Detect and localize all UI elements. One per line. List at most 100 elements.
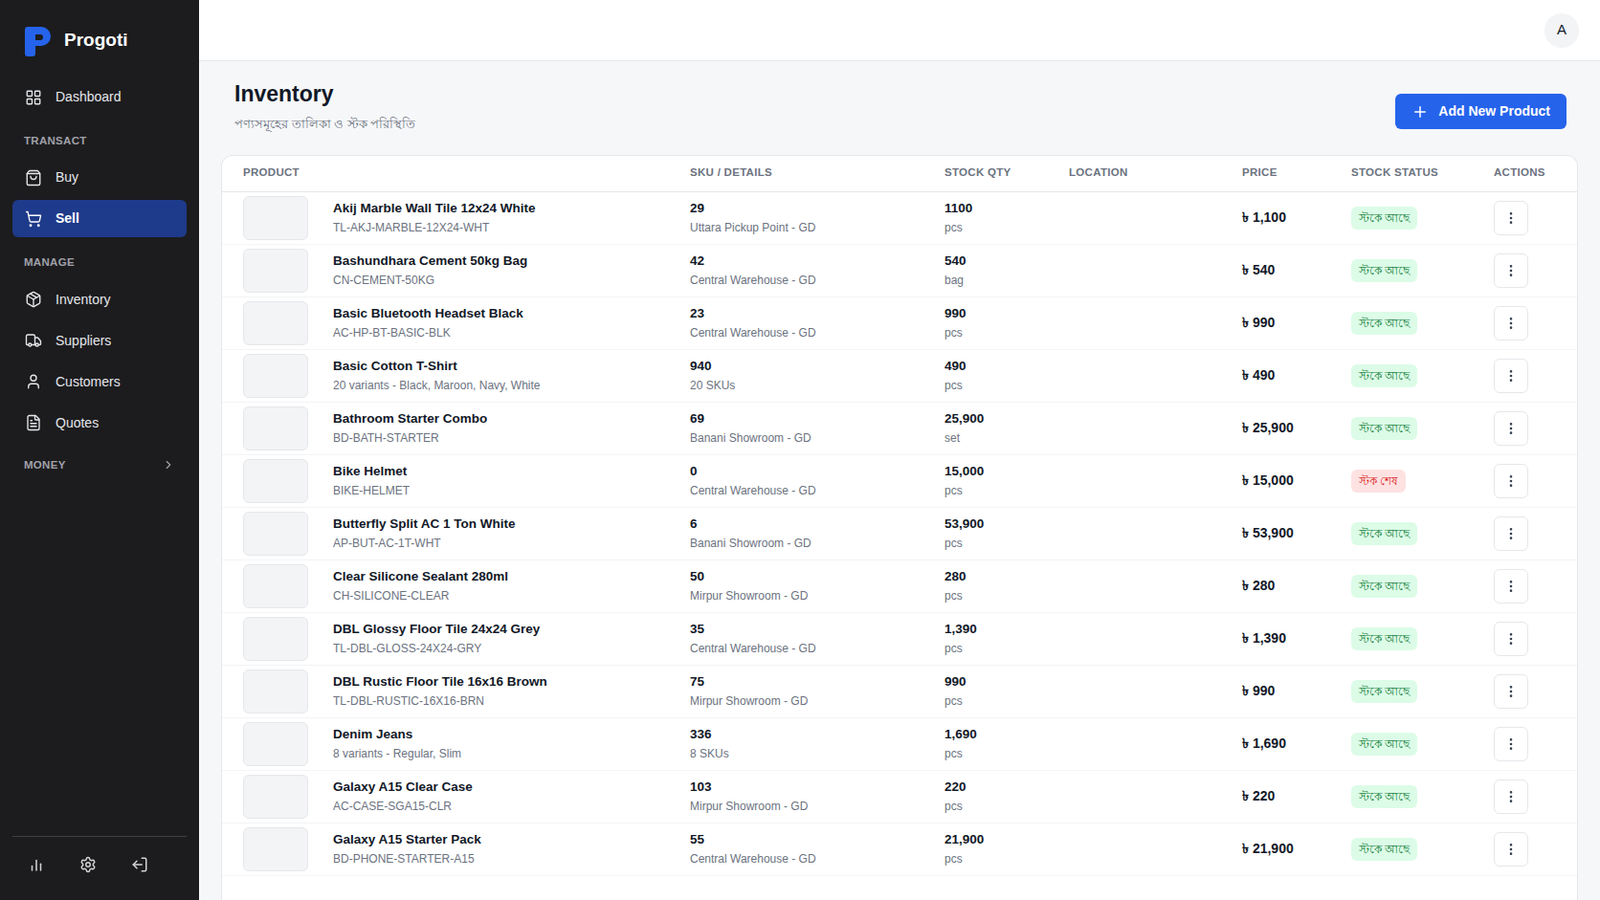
table-row[interactable]: Galaxy A15 Starter PackBD-PHONE-STARTER-…	[222, 823, 1578, 877]
more-icon	[1503, 631, 1519, 647]
stock-unit: set	[944, 429, 1069, 447]
more-icon	[1503, 789, 1519, 805]
table-row[interactable]: Butterfly Split AC 1 Ton WhiteAP-BUT-AC-…	[222, 508, 1578, 561]
more-icon	[1503, 421, 1519, 437]
nav-icon	[24, 210, 43, 228]
row-actions-button[interactable]	[1493, 779, 1529, 815]
price: ৳ 53,900	[1242, 523, 1352, 544]
stock-unit: bag	[944, 271, 1069, 289]
sidebar-item[interactable]: Quotes	[12, 404, 187, 443]
row-actions-button[interactable]	[1493, 411, 1529, 446]
stock-status-badge: স্টকে আছে	[1351, 259, 1418, 283]
row-actions-button[interactable]	[1493, 516, 1529, 552]
column-header: STOCK STATUS	[1351, 164, 1494, 181]
product-sub: TL-DBL-GLOSS-24X24-GRY	[333, 640, 540, 658]
logout-icon[interactable]	[131, 856, 149, 874]
table-row[interactable]: Basic Cotton T-Shirt20 variants - Black,…	[222, 350, 1578, 403]
column-header: SKU / DETAILS	[689, 164, 945, 181]
sidebar-item[interactable]: Customers	[12, 363, 187, 401]
stock-status-badge: স্টক শেষ	[1351, 469, 1406, 493]
product-name: Akij Marble Wall Tile 12x24 White	[333, 199, 536, 219]
stock-qty: 490	[944, 356, 1069, 377]
price: ৳ 15,000	[1242, 470, 1352, 491]
inventory-table: PRODUCTSKU / DETAILSSTOCK QTYLOCATIONPRI…	[221, 155, 1578, 900]
stock-status-badge: স্টকে আছে	[1351, 575, 1418, 599]
table-row[interactable]: Bathroom Starter ComboBD-BATH-STARTER69B…	[222, 402, 1578, 456]
price: ৳ 1,390	[1242, 628, 1352, 649]
sku-detail-sub: Mirpur Showroom - GD	[689, 692, 945, 711]
table-row[interactable]: DBL Rustic Floor Tile 16x16 BrownTL-DBL-…	[222, 666, 1578, 719]
product-thumbnail	[243, 669, 309, 714]
nav-icon	[24, 169, 43, 187]
product-sub: BD-PHONE-STARTER-A15	[333, 850, 482, 868]
table-row[interactable]: Clear Silicone Sealant 280mlCH-SILICONE-…	[222, 560, 1578, 614]
row-actions-button[interactable]	[1493, 464, 1529, 499]
gear-icon[interactable]	[79, 856, 97, 874]
table-row[interactable]: Denim Jeans8 variants - Regular, Slim336…	[222, 718, 1578, 772]
stock-status-badge: স্টকে আছে	[1351, 785, 1418, 809]
product-sub: 8 variants - Regular, Slim	[333, 745, 462, 763]
collapsible-section[interactable]: MONEY	[0, 457, 200, 474]
table-row[interactable]: Akij Marble Wall Tile 12x24 WhiteTL-AKJ-…	[222, 192, 1578, 245]
sku-detail-sub: Central Warehouse - GD	[689, 640, 945, 658]
nav-icon	[24, 373, 43, 391]
sku-detail: 35	[689, 620, 945, 640]
table-row[interactable]: Galaxy A15 Clear CaseAC-CASE-SGA15-CLR10…	[222, 771, 1578, 824]
product-thumbnail	[243, 196, 309, 241]
stock-status-badge: স্টকে আছে	[1351, 838, 1418, 862]
sidebar-item[interactable]: Dashboard	[12, 78, 187, 116]
sku-detail: 6	[689, 514, 945, 534]
stock-unit: pcs	[944, 219, 1069, 237]
row-actions-button[interactable]	[1493, 622, 1529, 657]
sidebar: ProgotiDashboard TRANSACTBuySell MANAGE Inv…	[0, 0, 200, 900]
sidebar-item[interactable]: Inventory	[12, 281, 187, 319]
nav-icon	[24, 88, 43, 107]
row-actions-button[interactable]	[1493, 832, 1529, 867]
brand[interactable]: Progoti	[0, 0, 200, 79]
sku-detail-sub: Central Warehouse - GD	[689, 324, 945, 342]
avatar[interactable]: A	[1544, 13, 1579, 48]
row-actions-button[interactable]	[1493, 727, 1529, 762]
sidebar-item[interactable]: Suppliers	[12, 322, 187, 360]
price: ৳ 490	[1242, 365, 1352, 386]
sku-detail: 69	[689, 409, 945, 429]
product-name: Galaxy A15 Starter Pack	[333, 830, 482, 850]
row-actions-button[interactable]	[1493, 306, 1529, 341]
sidebar-item[interactable]: Buy	[12, 158, 187, 197]
product-thumbnail	[243, 564, 309, 609]
sku-detail: 42	[689, 251, 945, 271]
table-row[interactable]: Bashundhara Cement 50kg BagCN-CEMENT-50K…	[222, 244, 1578, 298]
section-heading: MANAGE	[0, 248, 200, 277]
column-header: PRICE	[1242, 164, 1352, 181]
stock-qty: 220	[944, 777, 1069, 798]
row-actions-button[interactable]	[1493, 253, 1529, 289]
add-product-button[interactable]: Add New Product	[1395, 93, 1567, 130]
sku-detail-sub: Central Warehouse - GD	[689, 271, 945, 289]
sku-detail: 940	[689, 356, 945, 377]
table-row[interactable]: Bike HelmetBIKE-HELMET0Central Warehouse…	[222, 455, 1578, 509]
row-actions-button[interactable]	[1493, 569, 1529, 604]
product-name: Clear Silicone Sealant 280ml	[333, 567, 509, 587]
row-actions-button[interactable]	[1493, 674, 1529, 710]
stock-unit: pcs	[944, 850, 1069, 868]
row-actions-button[interactable]	[1493, 358, 1529, 394]
price: ৳ 990	[1242, 312, 1352, 334]
price: ৳ 25,900	[1242, 418, 1352, 439]
more-icon	[1503, 210, 1519, 226]
product-sub: TL-AKJ-MARBLE-12X24-WHT	[333, 219, 536, 237]
more-icon	[1503, 473, 1519, 489]
stock-unit: pcs	[944, 692, 1069, 711]
sidebar-item[interactable]: Sell	[12, 200, 187, 238]
table-row[interactable]: Basic Bluetooth Headset BlackAC-HP-BT-BA…	[222, 297, 1578, 351]
chart-icon[interactable]	[27, 856, 45, 874]
more-icon	[1503, 736, 1519, 753]
more-icon	[1503, 578, 1519, 595]
row-actions-button[interactable]	[1493, 200, 1529, 236]
price: ৳ 540	[1242, 260, 1352, 281]
section-heading: TRANSACT	[0, 127, 200, 156]
stock-qty: 540	[944, 251, 1069, 271]
product-thumbnail	[243, 617, 309, 662]
column-header: LOCATION	[1068, 164, 1243, 181]
sidebar-section: MANAGE InventorySuppliersCustomersQuotes	[0, 248, 200, 442]
table-row[interactable]: DBL Glossy Floor Tile 24x24 GreyTL-DBL-G…	[222, 613, 1578, 667]
